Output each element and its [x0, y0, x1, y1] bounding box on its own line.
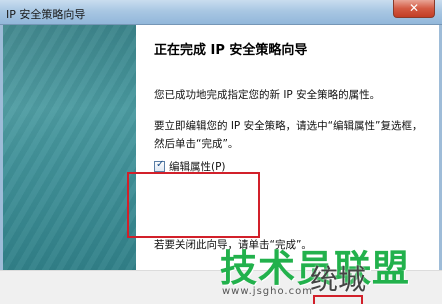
close-icon: ✕ — [408, 1, 420, 15]
watermark-url: www.jsgho.com — [222, 286, 313, 297]
checkmark-icon: ✓ — [156, 159, 165, 170]
annotation-highlight-checkbox — [127, 172, 260, 238]
edit-properties-checkbox[interactable]: ✓ — [154, 159, 165, 172]
wizard-heading: 正在完成 IP 安全策略向导 — [154, 43, 308, 58]
window-title: IP 安全策略向导 — [6, 8, 86, 21]
edit-instructions: 要立即编辑您的 IP 安全策略，请选中“编辑属性”复选框，然后单击“完成”。 — [154, 120, 423, 150]
success-text: 您已成功地完成指定您的新 IP 安全策略的属性。 — [154, 89, 381, 101]
site-watermark: 技术员联盟 统城 www.jsgho.com — [220, 238, 410, 297]
wizard-side-banner — [3, 25, 136, 304]
watermark-sub: 统城 — [310, 263, 367, 296]
title-bar: IP 安全策略向导 ✕ — [0, 0, 442, 25]
close-button[interactable]: ✕ — [393, 0, 435, 18]
